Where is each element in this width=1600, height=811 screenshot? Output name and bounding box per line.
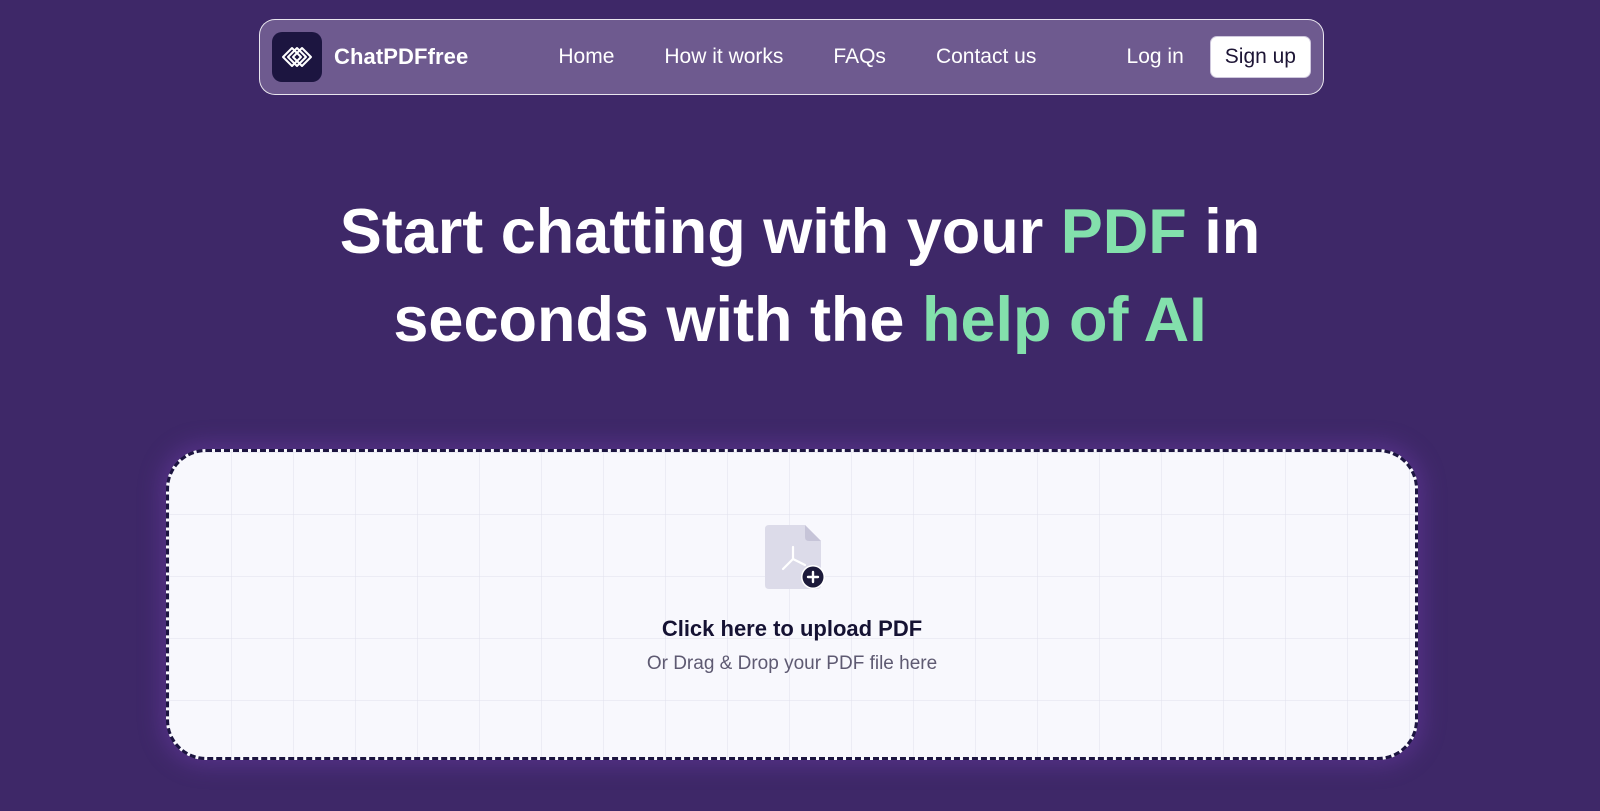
signup-button[interactable]: Sign up	[1209, 36, 1311, 78]
brand-name: ChatPDFfree	[334, 44, 469, 69]
top-navbar: ChatPDFfree Home How it works FAQs Conta…	[259, 19, 1324, 95]
hero-line-1: Start chatting with your PDF in	[340, 197, 1261, 267]
nav-links: Home How it works FAQs Contact us	[558, 45, 1036, 69]
hero-line1-prefix: Start chatting with your	[339, 197, 1061, 267]
nav-link-how-it-works[interactable]: How it works	[664, 45, 783, 69]
nav-link-faqs[interactable]: FAQs	[833, 45, 886, 69]
brand-link[interactable]: ChatPDFfree	[272, 32, 468, 82]
hero-line2-prefix: seconds with the	[393, 285, 922, 355]
nav-link-home[interactable]: Home	[558, 45, 614, 69]
page: ChatPDFfree Home How it works FAQs Conta…	[0, 0, 1600, 811]
hero-accent-ai: help of AI	[921, 285, 1207, 355]
pdf-file-add-icon	[765, 525, 827, 593]
auth-actions: Log in Sign up	[1127, 36, 1311, 78]
pdf-upload-dropzone[interactable]: Click here to upload PDF Or Drag & Drop …	[166, 449, 1418, 760]
nav-link-contact-us[interactable]: Contact us	[936, 45, 1036, 69]
logo-icon	[272, 32, 322, 82]
upload-title: Click here to upload PDF	[661, 616, 923, 641]
upload-subtitle: Or Drag & Drop your PDF file here	[646, 653, 938, 674]
hero-heading: Start chatting with your PDF in seconds …	[0, 188, 1600, 364]
upload-content: Click here to upload PDF Or Drag & Drop …	[169, 452, 1415, 757]
hero-line1-suffix: in	[1186, 197, 1261, 267]
hero-line-2: seconds with the help of AI	[393, 285, 1206, 355]
login-link[interactable]: Log in	[1127, 45, 1184, 69]
hero-accent-pdf: PDF	[1060, 197, 1187, 267]
